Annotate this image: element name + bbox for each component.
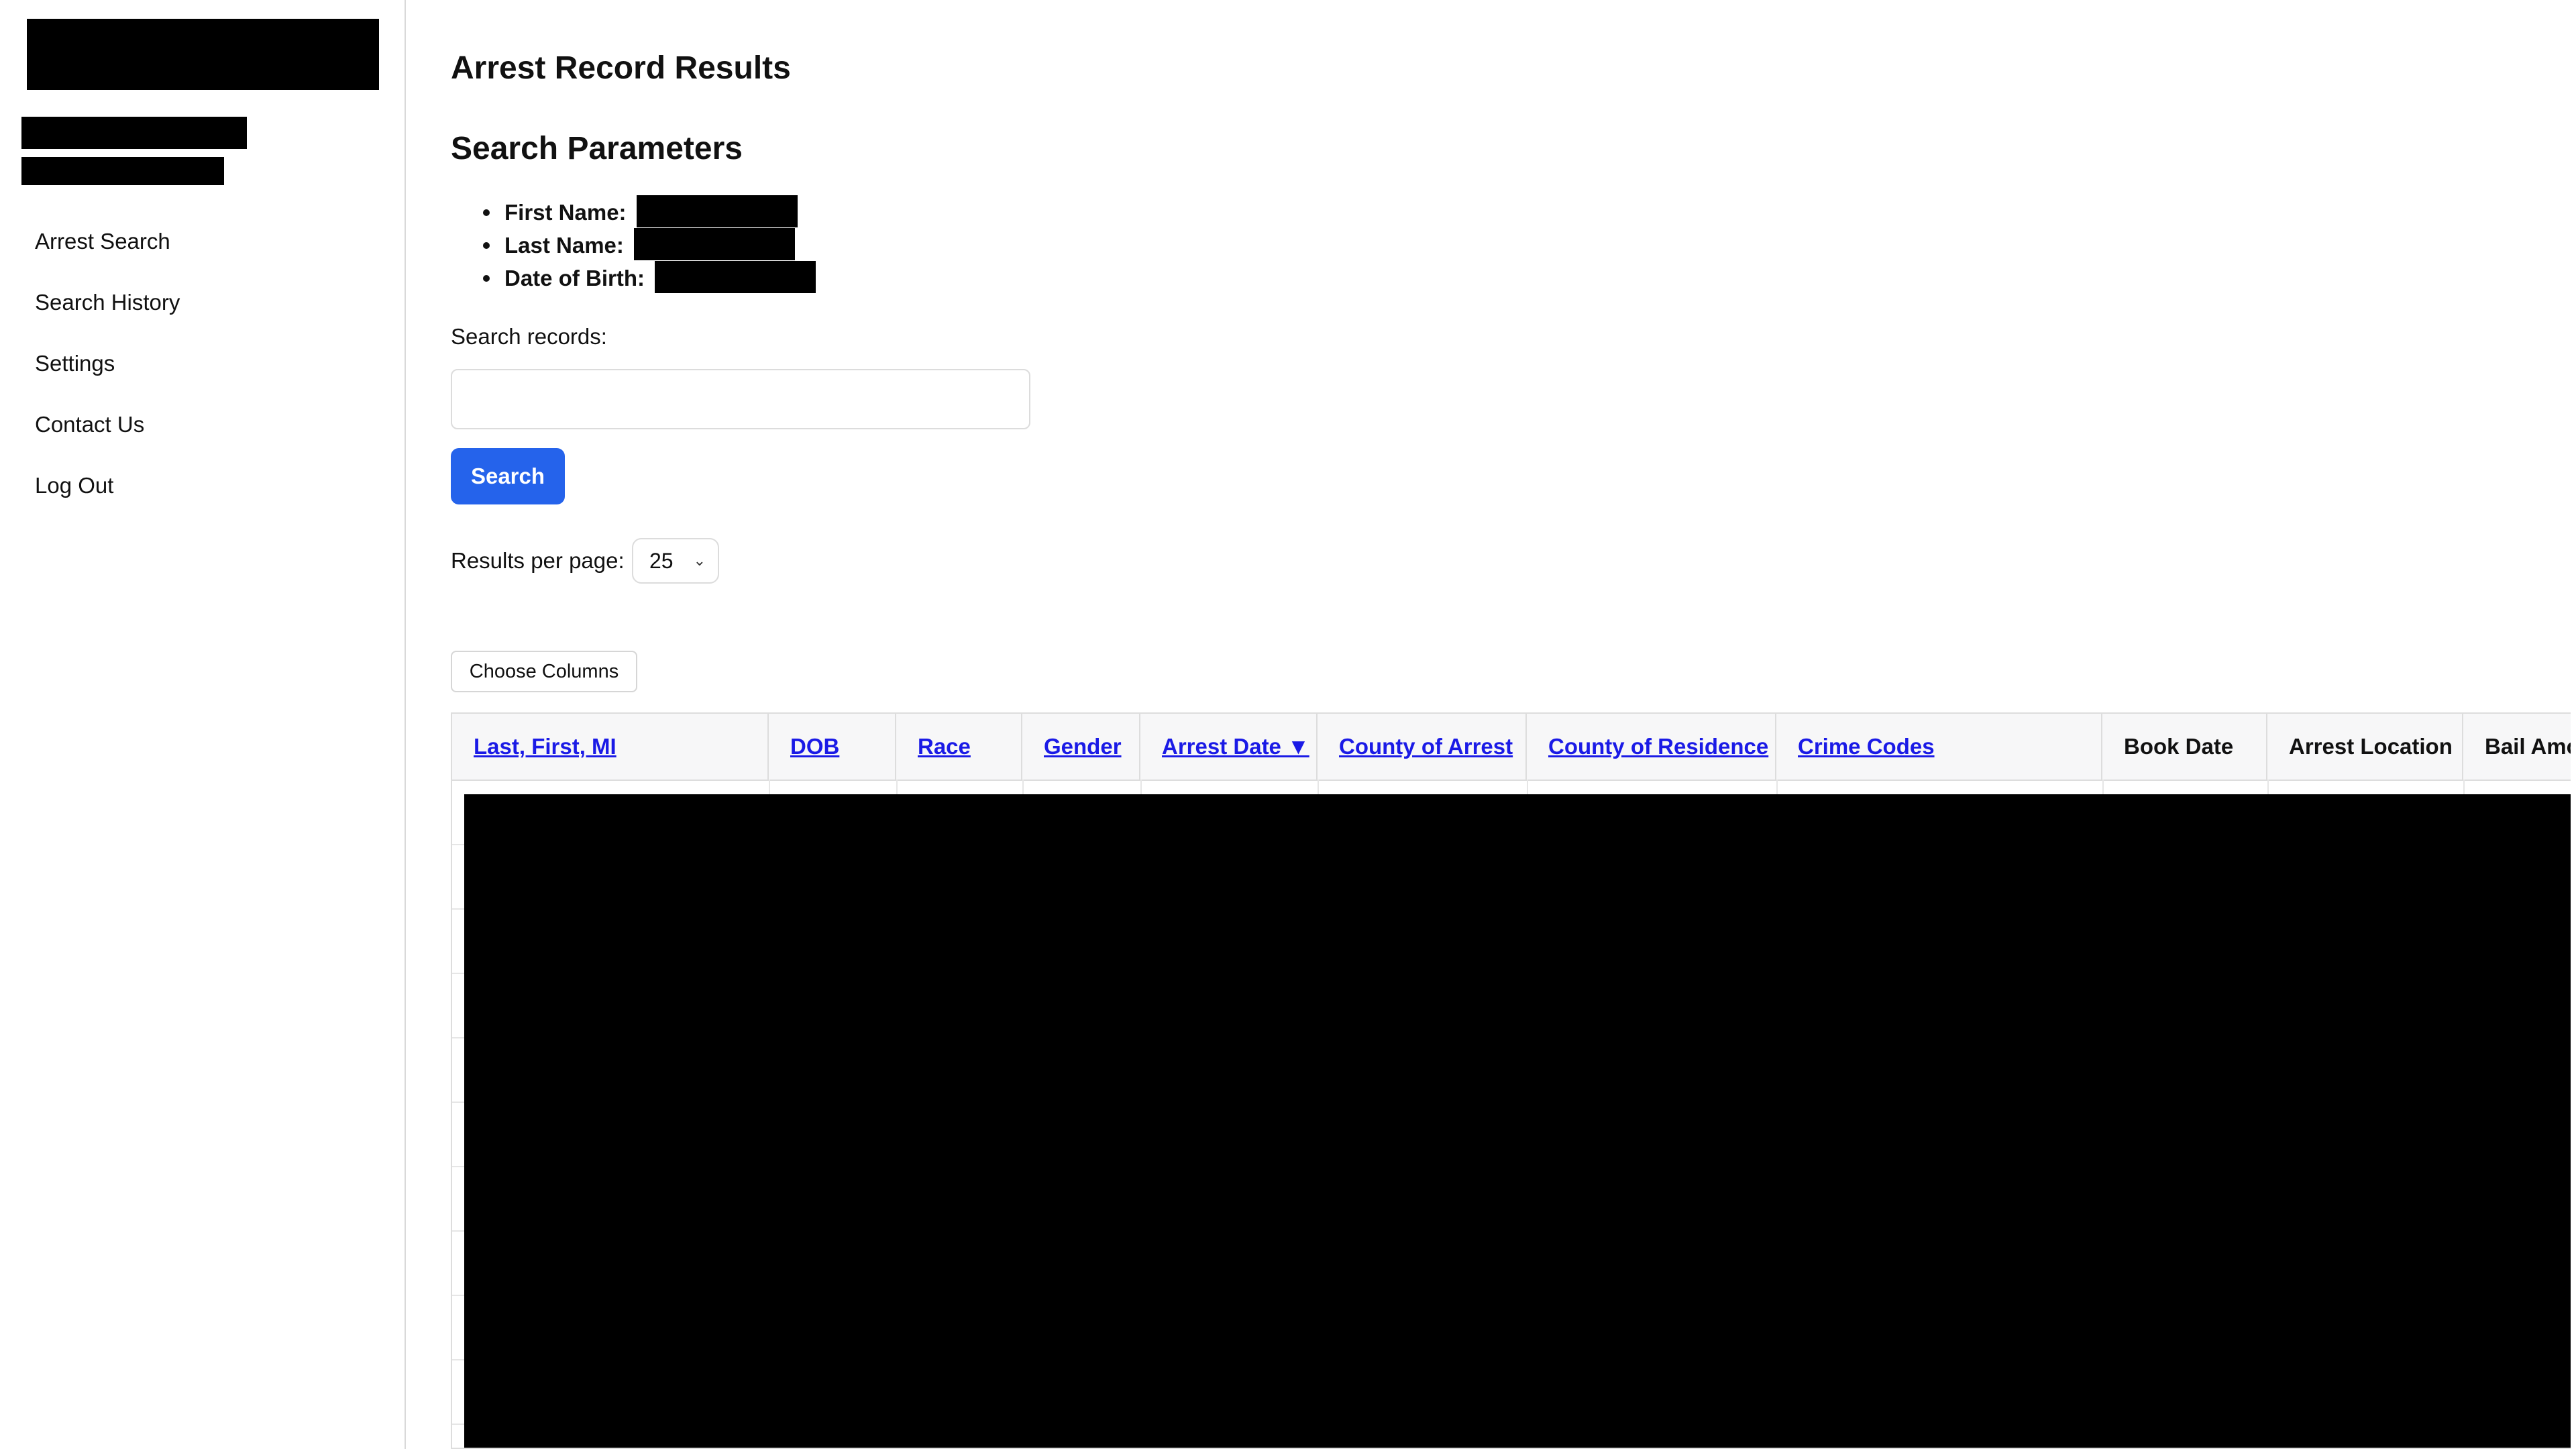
redacted-user-name — [21, 117, 247, 149]
search-records-input[interactable] — [451, 369, 1030, 429]
col-header-bail-amount-label: Bail Amo — [2485, 734, 2571, 759]
col-header-bail-amount: Bail Amo — [2463, 714, 2571, 780]
col-header-county-of-residence-link[interactable]: County of Residence — [1548, 734, 1768, 759]
param-dob-label: Date of Birth: — [504, 266, 645, 290]
param-dob: Date of Birth: — [483, 261, 816, 294]
sidebar: Arrest Search Search History Settings Co… — [0, 0, 406, 1449]
results-per-page-select[interactable]: 25 ⌄ — [632, 538, 719, 584]
search-button[interactable]: Search — [451, 448, 565, 504]
choose-columns-button[interactable]: Choose Columns — [451, 651, 637, 692]
sidebar-item-contact-us[interactable]: Contact Us — [35, 411, 180, 438]
col-header-name[interactable]: Last, First, MI — [452, 714, 769, 780]
param-first-name-label: First Name: — [504, 200, 627, 225]
redacted-logo — [27, 19, 379, 90]
search-parameters-title: Search Parameters — [451, 131, 743, 166]
results-table: Last, First, MI DOB Race Gender Arrest D… — [451, 712, 2571, 1449]
redacted-table-rows — [464, 794, 2571, 1448]
sidebar-item-settings[interactable]: Settings — [35, 350, 180, 377]
col-header-arrest-date-link[interactable]: Arrest Date ▼ — [1162, 734, 1309, 759]
search-records-label: Search records: — [451, 324, 607, 349]
col-header-county-of-arrest-link[interactable]: County of Arrest — [1339, 734, 1513, 759]
col-header-arrest-location: Arrest Location — [2267, 714, 2463, 780]
bullet-icon — [483, 242, 490, 249]
bullet-icon — [483, 275, 490, 282]
page-title: Arrest Record Results — [451, 50, 791, 86]
col-header-dob[interactable]: DOB — [769, 714, 896, 780]
col-header-county-of-residence[interactable]: County of Residence — [1527, 714, 1776, 780]
results-per-page-value: 25 — [649, 549, 674, 573]
param-last-name: Last Name: — [483, 228, 816, 262]
col-header-dob-link[interactable]: DOB — [790, 734, 839, 759]
bullet-icon — [483, 209, 490, 216]
table-header: Last, First, MI DOB Race Gender Arrest D… — [452, 714, 2571, 781]
col-header-book-date: Book Date — [2102, 714, 2267, 780]
chevron-down-icon: ⌄ — [693, 552, 706, 569]
col-header-arrest-location-label: Arrest Location — [2289, 734, 2453, 759]
col-header-crime-codes-link[interactable]: Crime Codes — [1798, 734, 1935, 759]
sidebar-item-log-out[interactable]: Log Out — [35, 472, 180, 499]
col-header-book-date-label: Book Date — [2124, 734, 2234, 759]
param-last-name-label: Last Name: — [504, 233, 624, 258]
search-parameters-list: First Name: Last Name: Date of Birth: — [483, 195, 816, 294]
sidebar-item-search-history[interactable]: Search History — [35, 289, 180, 316]
redacted-dob — [655, 261, 816, 294]
col-header-gender[interactable]: Gender — [1022, 714, 1140, 780]
col-header-name-link[interactable]: Last, First, MI — [474, 734, 616, 759]
results-per-page-label: Results per page: — [451, 548, 625, 573]
col-header-crime-codes[interactable]: Crime Codes — [1776, 714, 2102, 780]
col-header-race[interactable]: Race — [896, 714, 1022, 780]
sidebar-nav: Arrest Search Search History Settings Co… — [35, 228, 180, 533]
redacted-first-name — [636, 195, 798, 228]
page: Arrest Search Search History Settings Co… — [0, 0, 2576, 1449]
param-first-name: First Name: — [483, 195, 816, 229]
col-header-arrest-date[interactable]: Arrest Date ▼ — [1140, 714, 1318, 780]
col-header-gender-link[interactable]: Gender — [1044, 734, 1122, 759]
sidebar-item-arrest-search[interactable]: Arrest Search — [35, 228, 180, 255]
col-header-race-link[interactable]: Race — [918, 734, 971, 759]
col-header-county-of-arrest[interactable]: County of Arrest — [1318, 714, 1527, 780]
redacted-last-name — [634, 228, 796, 261]
redacted-user-info — [21, 157, 224, 185]
